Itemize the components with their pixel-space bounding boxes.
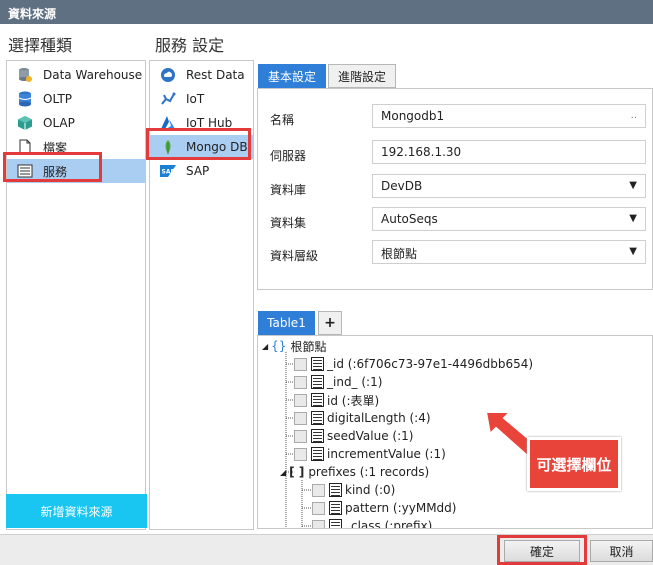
category-header: 選擇種類	[8, 36, 73, 55]
window-title: 資料來源	[0, 0, 653, 24]
chevron-down-icon: ▼	[629, 180, 637, 191]
name-label: 名稱	[270, 113, 295, 127]
field-label: pattern (:yyMMdd)	[345, 501, 457, 515]
service-item-sap[interactable]: SAP SAP	[150, 159, 253, 183]
field-label: kind (:0)	[345, 483, 396, 497]
tab-basic-settings[interactable]: 基本設定	[258, 64, 326, 88]
category-item-data-warehouse[interactable]: Data Warehouse	[7, 63, 145, 87]
tree-field-row[interactable]: kind (:0)	[312, 481, 395, 499]
field-doc-icon	[311, 375, 324, 389]
category-label: Data Warehouse	[43, 68, 143, 82]
chevron-down-icon: ▼	[629, 246, 637, 257]
svg-text:SAP: SAP	[162, 169, 176, 176]
field-doc-icon	[329, 519, 342, 528]
name-value: Mongodb1	[381, 109, 445, 123]
name-browse-button[interactable]: ..	[631, 110, 637, 121]
highlight-box-mongodb	[146, 128, 251, 160]
field-doc-icon	[311, 429, 324, 443]
tree-field-row[interactable]: pattern (:yyMMdd)	[312, 499, 456, 517]
database-select[interactable]: DevDB ▼	[372, 174, 646, 198]
cloud-icon	[160, 67, 176, 83]
service-item-rest-data[interactable]: Rest Data	[150, 63, 253, 87]
field-label: _ind_ (:1)	[327, 375, 383, 389]
database-value: DevDB	[381, 179, 423, 193]
service-header: 服務 設定	[155, 36, 225, 55]
field-label: digitalLength (:4)	[327, 411, 431, 425]
cancel-button[interactable]: 取消	[590, 540, 653, 562]
field-doc-icon	[329, 483, 342, 497]
field-checkbox[interactable]	[294, 411, 307, 425]
category-panel: Data Warehouse OLTP OLAP 檔案 服務	[6, 60, 146, 530]
collapse-triangle-icon[interactable]: ◢	[280, 468, 286, 477]
tree-field-row[interactable]: seedValue (:1)	[294, 427, 413, 445]
add-source-button[interactable]: 新增資料來源	[6, 494, 147, 528]
category-item-olap[interactable]: OLAP	[7, 111, 145, 135]
collection-label: 資料集	[270, 216, 307, 230]
level-value: 根節點	[381, 247, 418, 261]
service-label: Rest Data	[186, 68, 245, 82]
tab-advanced-settings[interactable]: 進階設定	[328, 64, 396, 88]
field-doc-icon	[311, 357, 324, 371]
level-label: 資料層級	[270, 249, 319, 263]
field-label: _class (:prefix)	[345, 519, 433, 529]
field-checkbox[interactable]	[312, 519, 325, 528]
iot-icon	[160, 91, 176, 107]
chevron-down-icon: ▼	[629, 213, 637, 224]
callout-label: 可選擇欄位	[527, 437, 621, 491]
name-field[interactable]: Mongodb1 ..	[372, 104, 646, 128]
tab-table1[interactable]: Table1	[258, 311, 315, 335]
field-checkbox[interactable]	[294, 429, 307, 443]
brackets-icon: [ ]	[289, 465, 305, 479]
database-stack-icon	[17, 67, 33, 83]
add-table-button[interactable]: +	[318, 311, 342, 335]
level-select[interactable]: 根節點 ▼	[372, 240, 646, 264]
field-doc-icon	[311, 447, 324, 461]
field-label: id (:表單)	[327, 393, 380, 408]
category-item-oltp[interactable]: OLTP	[7, 87, 145, 111]
field-checkbox[interactable]	[294, 447, 307, 461]
service-item-iot[interactable]: IoT	[150, 87, 253, 111]
field-checkbox[interactable]	[312, 483, 325, 497]
collection-value: AutoSeqs	[381, 212, 438, 226]
service-label: IoT	[186, 92, 205, 106]
service-label: SAP	[186, 164, 210, 178]
category-label: OLTP	[43, 92, 73, 106]
collection-select[interactable]: AutoSeqs ▼	[372, 207, 646, 231]
highlight-box-service	[3, 152, 102, 182]
tree-field-row[interactable]: id (:表單)	[294, 391, 379, 409]
field-checkbox[interactable]	[294, 375, 307, 389]
server-value: 192.168.1.30	[381, 145, 462, 159]
field-doc-icon	[311, 393, 324, 407]
tree-root[interactable]: ◢ {} 根節點	[262, 337, 326, 355]
braces-icon: {}	[271, 339, 287, 353]
database-label: 資料庫	[270, 183, 307, 197]
field-checkbox[interactable]	[312, 501, 325, 515]
field-checkbox[interactable]	[294, 393, 307, 407]
field-checkbox[interactable]	[294, 357, 307, 371]
tree-field-row[interactable]: digitalLength (:4)	[294, 409, 431, 427]
field-doc-icon	[329, 501, 342, 515]
tree-array-node[interactable]: ◢ [ ] prefixes (:1 records)	[280, 463, 429, 481]
field-label: _id (:6f706c73-97e1-4496dbb654)	[327, 357, 534, 371]
field-label: seedValue (:1)	[327, 429, 414, 443]
highlight-box-ok	[497, 535, 587, 565]
collapse-triangle-icon[interactable]: ◢	[262, 342, 268, 351]
sap-icon: SAP	[160, 163, 176, 179]
field-doc-icon	[311, 411, 324, 425]
field-tree-panel: ◢ {} 根節點 _id (:6f706c73-97e1-4496dbb654)…	[257, 335, 653, 529]
category-label: OLAP	[43, 116, 75, 130]
database-icon	[17, 91, 33, 107]
tree-field-row[interactable]: incrementValue (:1)	[294, 445, 446, 463]
tree-field-row[interactable]: _ind_ (:1)	[294, 373, 382, 391]
server-field[interactable]: 192.168.1.30	[372, 140, 646, 164]
field-label: incrementValue (:1)	[327, 447, 446, 461]
tree-root-label: 根節點	[290, 339, 327, 354]
tree-field-row[interactable]: _id (:6f706c73-97e1-4496dbb654)	[294, 355, 533, 373]
tree-field-row[interactable]: _class (:prefix)	[312, 517, 433, 529]
array-label: prefixes (:1 records)	[308, 465, 430, 479]
cube-icon	[17, 115, 33, 131]
server-label: 伺服器	[270, 149, 307, 163]
